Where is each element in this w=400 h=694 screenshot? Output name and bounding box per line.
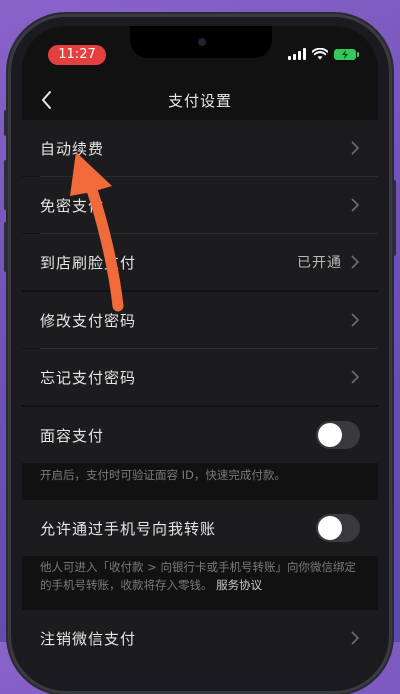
status-time: 11:27 (48, 45, 106, 65)
side-button-mute (4, 110, 8, 136)
chevron-right-icon (351, 370, 360, 384)
chevron-right-icon (351, 313, 360, 327)
side-button-volume-down (4, 222, 8, 272)
cellular-signal-icon (288, 48, 306, 60)
row-label: 面容支付 (40, 426, 105, 445)
phone-transfer-note: 他人可进入「收付款 > 向银行卡或手机号转账」向你微信绑定的手机号转账，收款将存… (40, 558, 360, 594)
phone-transfer-toggle[interactable] (316, 514, 360, 542)
chevron-right-icon (351, 255, 360, 269)
row-label: 允许通过手机号向我转账 (40, 519, 217, 538)
face-pay-note: 开启后，支付时可验证面容 ID，快速完成付款。 (40, 468, 286, 482)
row-label: 注销微信支付 (40, 629, 137, 648)
chevron-right-icon (351, 198, 360, 212)
phone-transfer-note-text: 他人可进入「收付款 > 向银行卡或手机号转账」向你微信绑定的手机号转账，收款将存… (40, 560, 356, 592)
row-cancel-wechat-pay[interactable]: 注销微信支付 (22, 610, 378, 666)
row-label: 自动续费 (40, 139, 105, 158)
row-label: 修改支付密码 (40, 311, 137, 330)
row-password-free-pay[interactable]: 免密支付 (22, 177, 378, 233)
page-title: 支付设置 (167, 92, 232, 110)
row-face-id-pay: 面容支付 (22, 407, 378, 463)
side-button-power (392, 180, 396, 256)
chevron-right-icon (351, 631, 360, 645)
service-agreement-link[interactable]: 服务协议 (216, 578, 262, 592)
row-change-pay-password[interactable]: 修改支付密码 (22, 292, 378, 348)
status-icons (288, 48, 359, 60)
chevron-right-icon (351, 141, 360, 155)
phone-screen: 11:27 支付设置 自动续费 免密支付 到店刷脸支付 已开通 修改支付密码 忘… (22, 26, 378, 666)
row-face-pay-in-store[interactable]: 到店刷脸支付 已开通 (22, 234, 378, 290)
row-label: 免密支付 (40, 196, 105, 215)
notch (130, 26, 272, 58)
battery-charging-icon (334, 48, 359, 60)
row-status-value: 已开通 (297, 255, 342, 271)
row-forgot-pay-password[interactable]: 忘记支付密码 (22, 349, 378, 405)
face-id-pay-toggle[interactable] (316, 421, 360, 449)
toggle-knob (318, 423, 342, 447)
side-button-volume-up (4, 160, 8, 210)
row-label: 到店刷脸支付 (40, 253, 137, 272)
wifi-icon (312, 48, 328, 60)
row-allow-phone-transfer: 允许通过手机号向我转账 (22, 500, 378, 556)
navigation-bar: 支付设置 (22, 82, 378, 118)
toggle-knob (318, 516, 342, 540)
front-camera (198, 38, 206, 46)
row-auto-renew[interactable]: 自动续费 (22, 120, 378, 176)
row-label: 忘记支付密码 (40, 368, 137, 387)
